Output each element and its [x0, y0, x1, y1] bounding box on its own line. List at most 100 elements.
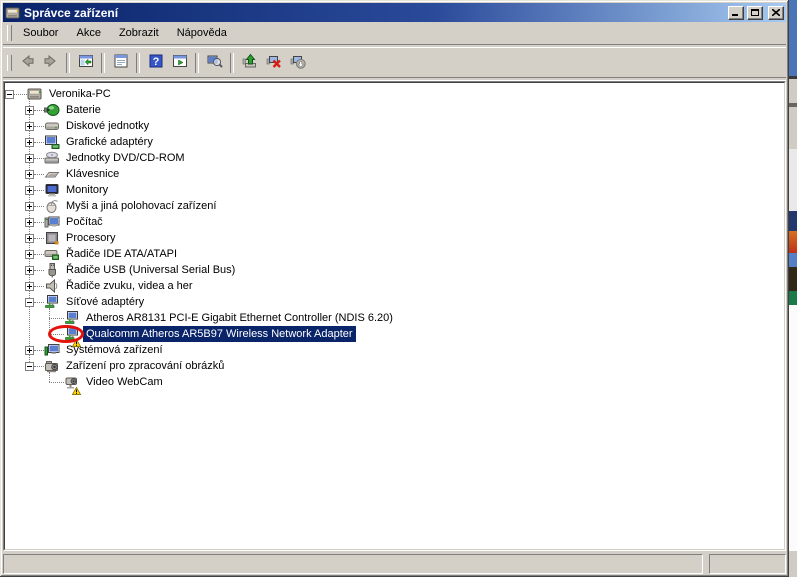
tree-item-label[interactable]: Síťové adaptéry: [63, 294, 147, 310]
computer-icon[interactable]: [27, 86, 43, 102]
tree-connector-line: [34, 302, 44, 303]
tree-item-label[interactable]: Myši a jiná polohovací zařízení: [63, 198, 219, 214]
disk-drive-icon[interactable]: [44, 118, 60, 134]
tree-item-label[interactable]: Řadiče USB (Universal Serial Bus): [63, 262, 238, 278]
maximize-button[interactable]: [747, 5, 763, 20]
svg-text:?: ?: [152, 56, 159, 68]
tree-expand-toggle[interactable]: [25, 282, 34, 291]
tree-connector-line: [34, 254, 44, 255]
uninstall-device-icon: [266, 53, 282, 72]
tree-expand-toggle[interactable]: [25, 106, 34, 115]
tree-connector-line: [34, 222, 44, 223]
computer-device-icon[interactable]: [44, 214, 60, 230]
help-icon: ?: [148, 53, 164, 72]
tree-expand-toggle[interactable]: [25, 202, 34, 211]
tree-expand-toggle[interactable]: [25, 346, 34, 355]
network-adapter-icon[interactable]: [64, 310, 80, 326]
processor-icon[interactable]: [44, 230, 60, 246]
tree-item-label[interactable]: Monitory: [63, 182, 111, 198]
background-window-sliver-segment: [789, 79, 797, 103]
display-adapter-icon[interactable]: [44, 134, 60, 150]
menu-item-akce[interactable]: Akce: [67, 24, 109, 42]
tree-item-label[interactable]: Atheros AR8131 PCI-E Gigabit Ethernet Co…: [83, 310, 396, 326]
toolbar-separator: [136, 52, 140, 73]
background-window-sliver-segment: [789, 253, 797, 267]
toolbar-separator: [195, 52, 199, 73]
tree-expand-toggle[interactable]: [5, 90, 14, 99]
device-manager-app-icon: [5, 5, 21, 21]
dvd-drive-icon[interactable]: [44, 150, 60, 166]
ide-controller-icon[interactable]: [44, 246, 60, 262]
usb-controller-icon[interactable]: [44, 262, 60, 278]
keyboard-icon[interactable]: [44, 166, 60, 182]
monitor-icon[interactable]: [44, 182, 60, 198]
menu-item-npovda[interactable]: Nápověda: [168, 24, 236, 42]
background-window-sliver-segment: [789, 107, 797, 149]
tree-expand-toggle[interactable]: [25, 122, 34, 131]
tree-connector-line: [34, 366, 44, 367]
system-device-icon[interactable]: [44, 342, 60, 358]
menu-item-zobrazit[interactable]: Zobrazit: [110, 24, 168, 42]
device-manager-window: Správce zařízení Soubor Akce Zobrazit Nápov…: [0, 0, 789, 577]
tree-expand-toggle[interactable]: [25, 218, 34, 227]
tree-connector-line: [34, 238, 44, 239]
tree-item-label[interactable]: Zařízení pro zpracování obrázků: [63, 358, 227, 374]
tree-connector-line: [34, 174, 44, 175]
tree-item-label[interactable]: Klávesnice: [63, 166, 122, 182]
tree-connector-line: [14, 94, 27, 95]
toolbar-button-uninstall-device[interactable]: [262, 52, 285, 74]
tree-expand-toggle[interactable]: [25, 298, 34, 307]
back-arrow-icon: [19, 53, 35, 72]
toolbar-button-scan-hardware-changes[interactable]: [286, 52, 309, 74]
tree-item-label[interactable]: Baterie: [63, 102, 104, 118]
annotation-circle: [48, 325, 84, 343]
tree-item-label[interactable]: Procesory: [63, 230, 119, 246]
background-window-sliver-segment: [789, 0, 797, 76]
tree-item-label[interactable]: Počítač: [63, 214, 106, 230]
show-action-pane-icon: [172, 53, 188, 72]
device-tree-panel: Veronika-PC Baterie Diskové jednotky Grafic…: [3, 81, 786, 551]
toolbar-button-scan-computer[interactable]: [203, 52, 226, 74]
tree-item-label[interactable]: Řadiče IDE ATA/ATAPI: [63, 246, 180, 262]
tree-item-label[interactable]: Veronika-PC: [46, 86, 114, 102]
tree-expand-toggle[interactable]: [25, 250, 34, 259]
tree-expand-toggle[interactable]: [25, 138, 34, 147]
network-adapter-icon[interactable]: [44, 294, 60, 310]
toolbar-button-help[interactable]: ?: [144, 52, 167, 74]
imaging-device-icon[interactable]: [44, 358, 60, 374]
tree-expand-toggle[interactable]: [25, 154, 34, 163]
tree-item-label[interactable]: Video WebCam: [83, 374, 166, 390]
menu-item-soubor[interactable]: Soubor: [14, 24, 67, 42]
toolbar-button-back-arrow[interactable]: [15, 52, 38, 74]
tree-expand-toggle[interactable]: [25, 266, 34, 275]
tree-item-label[interactable]: Diskové jednotky: [63, 118, 152, 134]
tree-expand-toggle[interactable]: [25, 170, 34, 179]
tree-connector-line: [49, 318, 64, 319]
tree-connector-line: [34, 350, 44, 351]
toolbar: ?: [3, 48, 786, 77]
battery-icon[interactable]: [44, 102, 60, 118]
background-window-sliver-segment: [789, 551, 797, 577]
status-panel-left: [3, 554, 703, 574]
tree-connector-line: [34, 126, 44, 127]
tree-expand-toggle[interactable]: [25, 362, 34, 371]
toolbar-button-forward-arrow[interactable]: [39, 52, 62, 74]
tree-expand-toggle[interactable]: [25, 234, 34, 243]
toolbar-button-properties-window[interactable]: [109, 52, 132, 74]
background-window-sliver-segment: [789, 149, 797, 211]
tree-item-label[interactable]: Jednotky DVD/CD-ROM: [63, 150, 188, 166]
sound-controller-icon[interactable]: [44, 278, 60, 294]
close-button[interactable]: [768, 5, 784, 20]
toolbar-button-update-driver[interactable]: [238, 52, 261, 74]
tree-expand-toggle[interactable]: [25, 186, 34, 195]
titlebar: Správce zařízení: [3, 3, 786, 22]
tree-item-label[interactable]: Grafické adaptéry: [63, 134, 156, 150]
window-title: Správce zařízení: [24, 5, 119, 20]
minimize-button[interactable]: [728, 5, 744, 20]
toolbar-button-show-action-pane[interactable]: [168, 52, 191, 74]
tree-item-label[interactable]: Řadiče zvuku, videa a her: [63, 278, 196, 294]
mouse-icon[interactable]: [44, 198, 60, 214]
tree-connector-line: [34, 142, 44, 143]
toolbar-button-show-console-tree[interactable]: [74, 52, 97, 74]
tree-item-label-selected[interactable]: Qualcomm Atheros AR5B97 Wireless Network…: [83, 326, 356, 342]
